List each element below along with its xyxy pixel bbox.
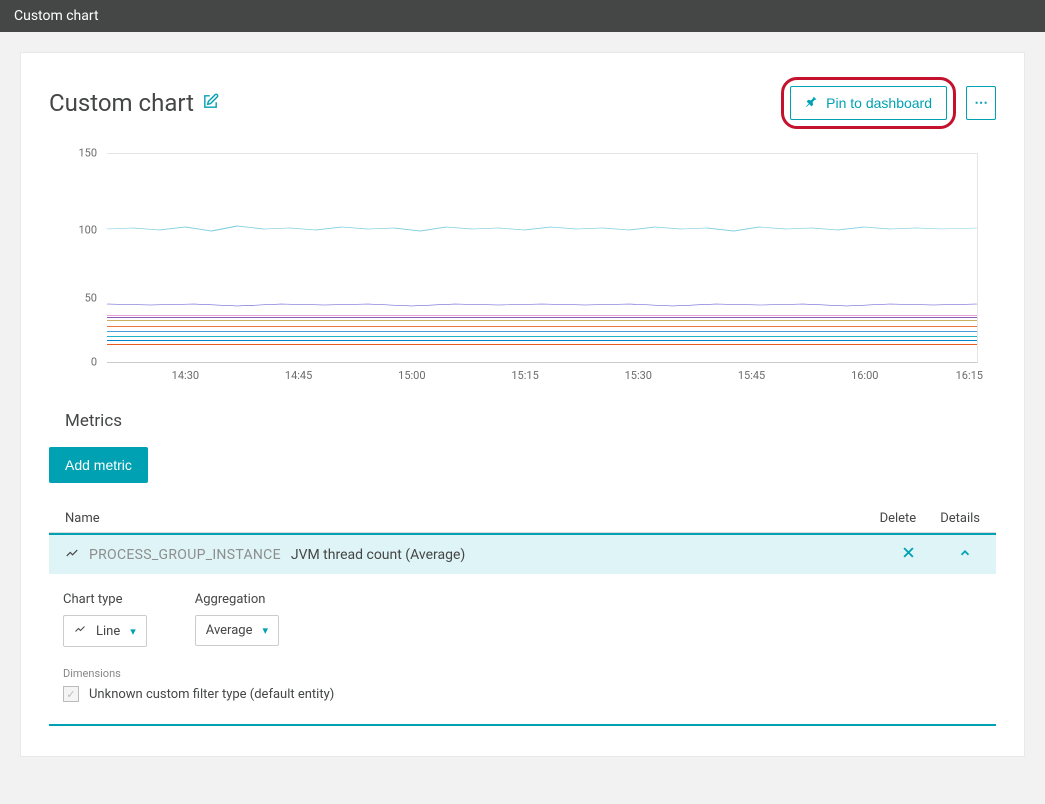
section-bottom-rule [49, 724, 996, 726]
metrics-table-header: Name Delete Details [49, 511, 996, 533]
x-axis: 14:30 14:45 15:00 15:15 15:30 15:45 16:0… [107, 365, 978, 383]
col-delete: Delete [880, 511, 917, 526]
x-tick: 15:45 [738, 369, 765, 382]
toggle-details-button[interactable] [958, 545, 972, 564]
chart-type-label: Chart type [63, 592, 147, 607]
more-actions-button[interactable]: ⋯ [966, 86, 996, 120]
chevron-down-icon: ▾ [262, 624, 268, 637]
metric-controls: Chart type Line ▾ Aggregation Average ▾ [49, 574, 996, 667]
chart-series-line [107, 315, 977, 316]
more-icon: ⋯ [974, 95, 987, 111]
aggregation-control: Aggregation Average ▾ [195, 592, 279, 647]
y-tick: 100 [78, 223, 107, 236]
dimension-text: Unknown custom filter type (default enti… [89, 687, 334, 702]
dimension-row: ✓ Unknown custom filter type (default en… [49, 684, 996, 724]
metric-row[interactable]: PROCESS_GROUP_INSTANCE JVM thread count … [49, 533, 996, 574]
x-tick: 15:15 [511, 369, 538, 382]
pin-to-dashboard-button[interactable]: Pin to dashboard [790, 86, 947, 120]
top-bar: Custom chart [0, 0, 1045, 32]
aggregation-label: Aggregation [195, 592, 279, 607]
header-actions: Pin to dashboard ⋯ [781, 77, 996, 129]
chart-series-line [107, 340, 977, 341]
chart-series-line [107, 320, 977, 321]
y-tick: 50 [85, 291, 107, 304]
chart-type-control: Chart type Line ▾ [63, 592, 147, 647]
line-chart-icon [65, 546, 79, 564]
chart-series-line [107, 331, 977, 332]
x-tick: 15:30 [625, 369, 652, 382]
col-details: Details [940, 511, 980, 526]
x-tick: 14:45 [285, 369, 312, 382]
chevron-down-icon: ▾ [130, 625, 136, 638]
chart-series-line [107, 336, 977, 337]
x-tick: 16:00 [851, 369, 878, 382]
aggregation-value: Average [206, 623, 253, 638]
chart-plot[interactable] [107, 153, 978, 363]
header-row: Custom chart Pin to dashboard ⋯ [49, 77, 996, 129]
pin-icon [805, 95, 818, 111]
metric-tag: PROCESS_GROUP_INSTANCE [89, 547, 281, 563]
chart-type-select[interactable]: Line ▾ [63, 615, 147, 647]
pin-highlight: Pin to dashboard [781, 77, 956, 129]
title-wrap: Custom chart [49, 89, 219, 117]
y-tick: 150 [78, 147, 107, 160]
chart-series-line [107, 301, 977, 309]
y-tick: 0 [91, 356, 107, 369]
metric-row-left: PROCESS_GROUP_INSTANCE JVM thread count … [65, 546, 901, 564]
metric-row-actions [901, 545, 980, 564]
chart-series-line [107, 317, 977, 318]
x-tick: 14:30 [172, 369, 199, 382]
chart-type-value: Line [96, 624, 120, 639]
add-metric-button[interactable]: Add metric [49, 447, 148, 483]
aggregation-select[interactable]: Average ▾ [195, 615, 279, 646]
page-title: Custom chart [49, 89, 194, 117]
top-bar-title: Custom chart [14, 8, 99, 24]
dimension-checkbox[interactable]: ✓ [63, 686, 79, 702]
pin-label: Pin to dashboard [826, 95, 932, 111]
edit-title-icon[interactable] [202, 93, 219, 114]
metrics-section-title: Metrics [65, 411, 980, 431]
main-card: Custom chart Pin to dashboard ⋯ [20, 52, 1025, 757]
line-chart-icon [74, 623, 86, 639]
chart-series-line [107, 344, 977, 345]
delete-metric-button[interactable] [901, 545, 916, 564]
chart-series-line [107, 326, 977, 327]
x-tick: 16:15 [956, 369, 983, 382]
chart-area: 150 100 50 0 14:30 14:45 15:00 15:15 15:… [107, 153, 978, 383]
x-tick: 15:00 [398, 369, 425, 382]
col-name: Name [65, 511, 100, 526]
metric-label: JVM thread count (Average) [291, 547, 465, 563]
dimensions-label: Dimensions [49, 667, 996, 684]
col-right-group: Delete Details [880, 511, 980, 526]
chart-series-line [107, 223, 977, 235]
